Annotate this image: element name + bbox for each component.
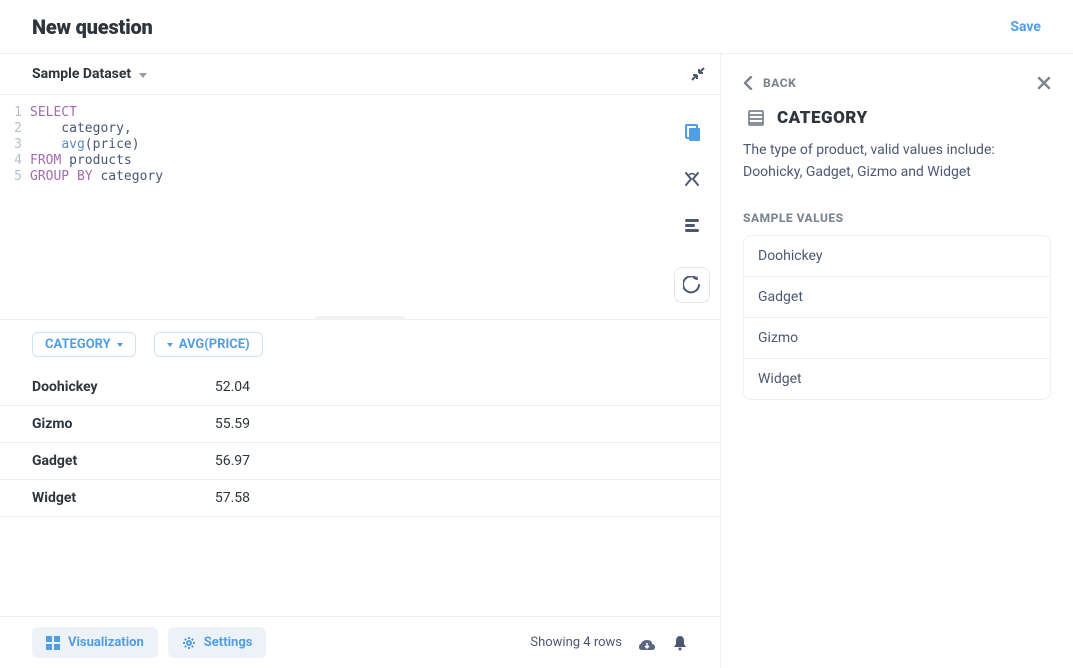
- resize-handle[interactable]: [315, 316, 405, 320]
- table-row[interactable]: Doohickey52.04: [0, 369, 720, 406]
- editor-area: 12345 SELECT category, avg(price)FROM pr…: [0, 95, 720, 320]
- close-icon: [1037, 76, 1051, 90]
- gear-icon: [182, 636, 196, 650]
- dataset-bar: Sample Dataset: [0, 54, 720, 95]
- left-pane: Sample Dataset 12345 SELECT category, av…: [0, 54, 721, 668]
- line-gutter: 12345: [0, 105, 30, 319]
- table-row[interactable]: Gadget56.97: [0, 443, 720, 480]
- sample-values-list: DoohickeyGadgetGizmoWidget: [743, 235, 1051, 400]
- back-button[interactable]: BACK: [743, 76, 796, 90]
- contract-icon[interactable]: [690, 66, 706, 82]
- bottombar: Visualization Settings Showing 4 rows: [0, 616, 720, 668]
- column-header-pill[interactable]: CATEGORY: [32, 332, 136, 357]
- grid-icon: [46, 636, 60, 650]
- table-row[interactable]: Gizmo55.59: [0, 406, 720, 443]
- dataset-picker[interactable]: Sample Dataset: [32, 66, 147, 82]
- save-button[interactable]: Save: [1010, 19, 1041, 35]
- chevron-down-icon: [117, 343, 123, 347]
- column-headers: CATEGORY AVG(PRICE): [0, 332, 720, 369]
- chevron-down-icon: [167, 343, 173, 347]
- code-content: SELECT category, avg(price)FROM products…: [30, 105, 664, 319]
- editor-rail: [664, 95, 720, 319]
- settings-button[interactable]: Settings: [168, 627, 267, 658]
- row-count-status: Showing 4 rows: [530, 635, 622, 650]
- table-row[interactable]: Widget57.58: [0, 480, 720, 517]
- results-table: Doohickey52.04Gizmo55.59Gadget56.97Widge…: [0, 369, 720, 517]
- field-description: The type of product, valid values includ…: [743, 140, 1051, 183]
- sample-value-item: Widget: [744, 359, 1050, 399]
- topbar: New question Save: [0, 0, 1073, 54]
- sample-value-item: Doohickey: [744, 236, 1050, 277]
- sample-values-label: SAMPLE VALUES: [743, 211, 1051, 225]
- sample-value-item: Gadget: [744, 277, 1050, 318]
- bell-icon[interactable]: [672, 635, 688, 651]
- sql-editor[interactable]: 12345 SELECT category, avg(price)FROM pr…: [0, 95, 664, 319]
- chevron-down-icon: [139, 73, 147, 78]
- download-icon[interactable]: [638, 634, 656, 652]
- visualization-button[interactable]: Visualization: [32, 627, 158, 658]
- run-query-button[interactable]: [674, 267, 710, 303]
- variable-icon[interactable]: [682, 169, 702, 189]
- page-title: New question: [32, 15, 153, 39]
- dataset-name: Sample Dataset: [32, 66, 131, 82]
- results-area: CATEGORY AVG(PRICE) Doohickey52.04Gizmo55…: [0, 320, 720, 616]
- chevron-left-icon: [743, 76, 753, 90]
- column-header-pill[interactable]: AVG(PRICE): [154, 332, 263, 357]
- close-button[interactable]: [1037, 76, 1051, 90]
- field-type-icon: [747, 109, 765, 127]
- field-name: CATEGORY: [777, 108, 868, 128]
- right-panel: BACK CATEGORY: [721, 54, 1073, 668]
- sample-value-item: Gizmo: [744, 318, 1050, 359]
- reference-icon[interactable]: [682, 123, 702, 143]
- snippets-icon[interactable]: [682, 215, 702, 235]
